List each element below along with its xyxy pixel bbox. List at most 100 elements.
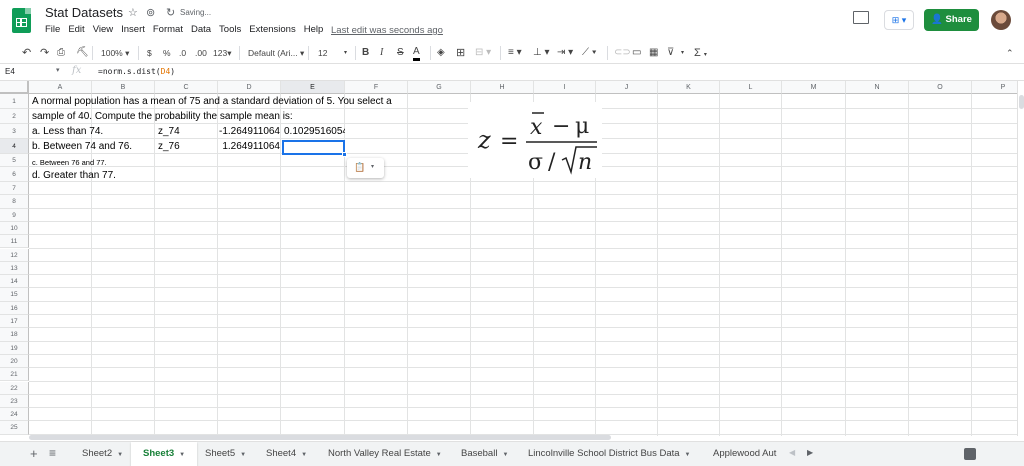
star-icon[interactable]: ☆ [128,6,138,19]
column-header-m[interactable]: M [782,81,846,94]
zoom-select[interactable]: 100% ▾ [101,46,129,60]
collapse-menu-icon[interactable]: ⌃ [1006,46,1014,60]
row-header-25[interactable]: 25 [0,421,29,435]
text-wrap-icon[interactable]: ⇥ ▾ [557,46,573,60]
fill-handle[interactable] [342,152,347,157]
bold-button[interactable]: B [362,46,369,60]
sheet-tab-sheet2[interactable]: Sheet2 ▼ [70,442,135,466]
column-header-a[interactable]: A [29,81,92,94]
text-color-button[interactable]: A [413,46,420,61]
sheet-tab-applewood[interactable]: Applewood Aut [701,442,779,466]
avatar[interactable] [991,10,1011,30]
column-header-n[interactable]: N [846,81,909,94]
present-button[interactable]: ⊞ ▾ [884,10,914,30]
row-header-14[interactable]: 14 [0,275,29,289]
row-header-23[interactable]: 23 [0,394,29,409]
comment-history-icon[interactable] [853,11,869,24]
horizontal-scroll-thumb[interactable] [29,435,611,440]
font-select[interactable]: Default (Ari... ▾ [248,46,304,60]
insert-comment-icon[interactable]: ▭ [632,46,641,60]
explore-icon[interactable] [964,448,976,460]
add-sheet-icon[interactable]: + [30,446,38,461]
vertical-scrollbar[interactable] [1017,81,1024,436]
row-header-9[interactable]: 9 [0,208,29,222]
horizontal-align-icon[interactable]: ≡ ▾ [508,46,522,60]
cell-d3[interactable]: -1.264911064 [219,126,280,137]
filter-icon[interactable]: ⊽ [667,46,674,60]
cell-a6[interactable]: d. Greater than 77. [32,170,116,181]
functions-button[interactable]: Σ ▾ [694,46,707,60]
selected-cell-e4[interactable] [282,140,345,155]
column-header-h[interactable]: H [471,81,534,94]
row-header-3[interactable]: 3 [0,124,29,139]
row-header-10[interactable]: 10 [0,221,29,236]
cell-a2[interactable]: sample of 40. Compute the probability th… [32,111,293,122]
fill-color-icon[interactable]: ◈ [437,46,445,60]
cell-a3[interactable]: a. Less than 74. [32,126,103,137]
more-formats-button[interactable]: 123▾ [213,46,231,60]
row-header-11[interactable]: 11 [0,235,29,249]
sheet-tab-sheet3[interactable]: Sheet3 ▼ [131,442,198,466]
text-rotation-icon[interactable]: ⟋ ▾ [582,46,597,60]
document-title[interactable]: Stat Datasets [45,5,123,20]
column-header-d[interactable]: D [218,81,281,94]
row-header-16[interactable]: 16 [0,301,29,315]
move-folder-icon[interactable]: ⊚ [146,6,155,19]
sheet-tab-sheet5[interactable]: Sheet5 ▼ [193,442,258,466]
formula-input[interactable]: =norm.s.dist(D4) [98,67,175,76]
row-header-20[interactable]: 20 [0,354,29,369]
vertical-scroll-thumb[interactable] [1019,95,1024,109]
column-header-p[interactable]: P [972,81,1017,94]
menu-data[interactable]: Data [191,24,211,35]
name-box[interactable]: E4 [5,67,15,76]
row-header-22[interactable]: 22 [0,381,29,395]
cell-a4[interactable]: b. Between 74 and 76. [32,141,132,152]
cell-a5[interactable]: c. Between 76 and 77. [32,158,107,167]
row-header-4[interactable]: 4 [0,139,29,154]
row-header-13[interactable]: 13 [0,261,29,276]
merge-cells-icon[interactable]: ⊟ ▾ [475,46,491,60]
currency-format-button[interactable]: $ [147,46,152,60]
row-header-1[interactable]: 1 [0,94,29,109]
percent-format-button[interactable]: % [163,46,171,60]
row-header-6[interactable]: 6 [0,167,29,182]
row-header-8[interactable]: 8 [0,195,29,209]
column-header-c[interactable]: C [155,81,218,94]
scroll-tabs-right-icon[interactable]: ▶ [807,448,813,457]
column-header-f[interactable]: F [345,81,408,94]
row-header-2[interactable]: 2 [0,109,29,124]
menu-tools[interactable]: Tools [219,24,241,35]
print-icon[interactable]: ⎙ [57,46,65,60]
cell-c4[interactable]: z_76 [158,141,180,152]
horizontal-scrollbar[interactable] [29,433,1017,441]
column-header-g[interactable]: G [408,81,471,94]
column-header-e[interactable]: E [281,81,345,94]
z-score-formula-image[interactable]: z = x − μ σ / n [468,102,602,178]
column-header-b[interactable]: B [92,81,155,94]
menu-format[interactable]: Format [153,24,183,35]
sheet-tab-lincolnville-bus-data[interactable]: Lincolnville School District Bus Data ▼ [516,442,703,466]
row-header-18[interactable]: 18 [0,328,29,342]
italic-button[interactable]: I [380,46,383,60]
vertical-align-icon[interactable]: ⊥ ▾ [533,46,550,60]
name-box-caret-icon[interactable]: ▾ [56,66,60,74]
row-header-17[interactable]: 17 [0,315,29,329]
sheet-tab-baseball[interactable]: Baseball ▼ [449,442,520,466]
borders-icon[interactable]: ⊞ [456,46,465,60]
redo-icon[interactable]: ↷ [40,46,49,60]
paste-options-chip[interactable]: 📋 ▾ [347,158,384,178]
all-sheets-icon[interactable]: ≡ [49,446,56,460]
menu-extensions[interactable]: Extensions [249,24,295,35]
cell-e3[interactable]: 0.1029516054 [284,126,345,137]
scroll-tabs-left-icon[interactable]: ◀ [789,448,795,457]
strikethrough-button[interactable]: S [397,46,404,60]
cell-d4[interactable]: 1.264911064 [219,141,280,152]
cell-a1[interactable]: A normal population has a mean of 75 and… [32,96,392,107]
sheet-tab-north-valley-real-estate[interactable]: North Valley Real Estate ▼ [316,442,454,466]
column-header-l[interactable]: L [720,81,782,94]
share-button[interactable]: 👤 Share [924,9,979,31]
row-header-5[interactable]: 5 [0,154,29,167]
sheets-logo-icon[interactable] [12,8,31,33]
paint-format-icon[interactable]: ⛏ [76,46,89,60]
row-header-7[interactable]: 7 [0,182,29,196]
